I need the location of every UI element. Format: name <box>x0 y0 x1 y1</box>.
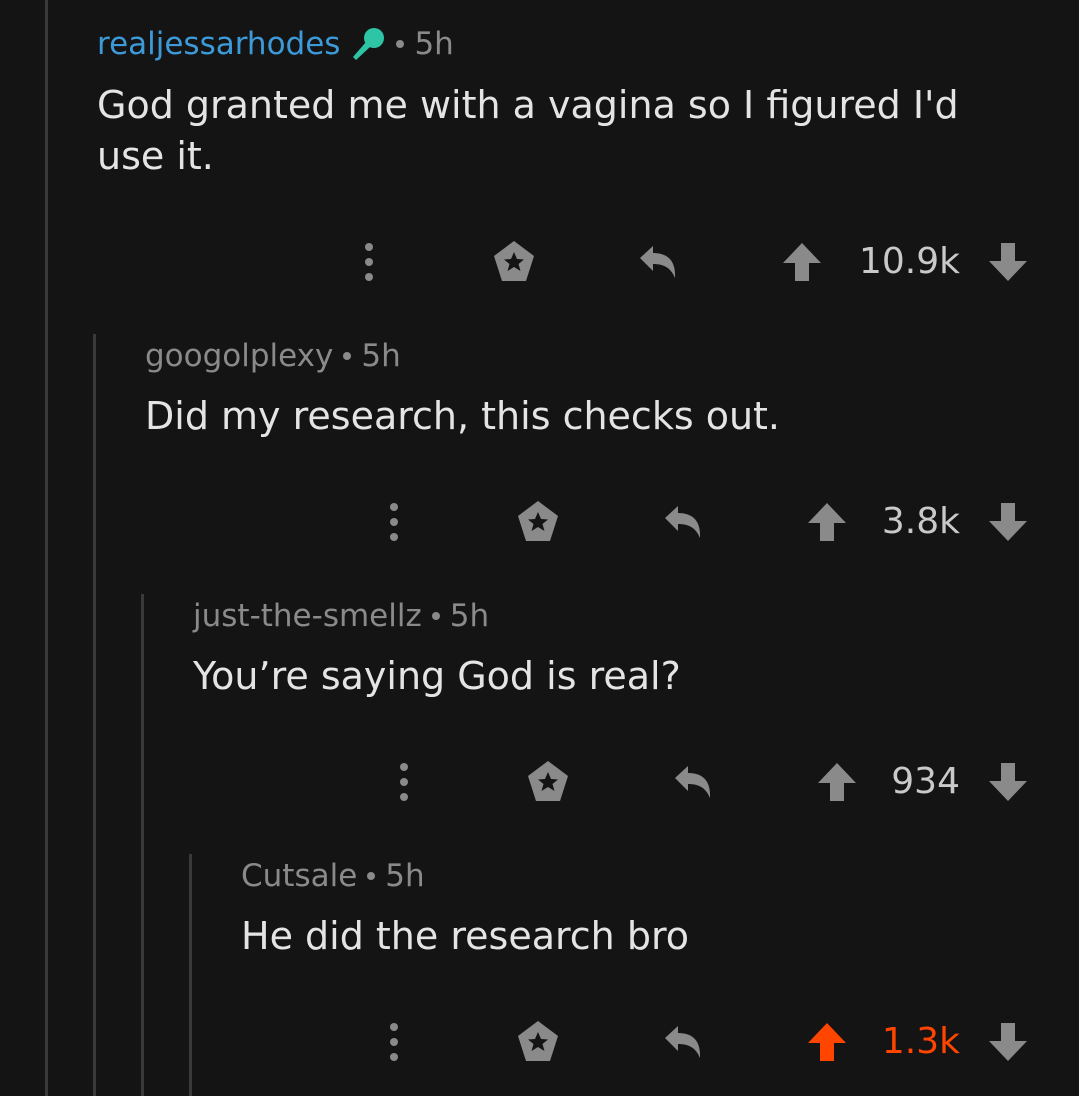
downvote-icon[interactable] <box>987 241 1029 283</box>
separator-dot <box>431 612 440 620</box>
more-options-icon[interactable] <box>388 1022 400 1062</box>
username[interactable]: Cutsale <box>241 858 357 894</box>
comment-actions: 1.3k <box>0 1012 1079 1072</box>
award-icon[interactable] <box>524 758 572 806</box>
comment-age: 5h <box>385 858 425 894</box>
comment-actions: 10.9k <box>0 232 1079 292</box>
score: 10.9k <box>858 241 960 282</box>
comment-header: just-the-smellz 5h <box>193 598 489 634</box>
award-icon[interactable] <box>514 498 562 546</box>
separator-dot <box>367 872 376 880</box>
comment-actions: 934 <box>0 752 1079 812</box>
reply-icon[interactable] <box>660 1018 708 1066</box>
comment-actions: 3.8k <box>0 492 1079 552</box>
comment-header: realjessarhodes 5h <box>97 26 454 62</box>
comment-age: 5h <box>361 338 401 374</box>
comment-header: googolplexy 5h <box>145 338 401 374</box>
reply-icon[interactable] <box>670 758 718 806</box>
username[interactable]: just-the-smellz <box>193 598 422 634</box>
score: 934 <box>891 761 960 802</box>
comment-age: 5h <box>449 598 490 634</box>
award-icon[interactable] <box>490 238 538 286</box>
score: 1.3k <box>881 1021 960 1062</box>
comment-body: God granted me with a vagina so I figure… <box>97 83 959 178</box>
more-options-icon[interactable] <box>363 242 375 282</box>
comment-header: Cutsale 5h <box>241 858 425 894</box>
comment-age: 5h <box>414 26 454 62</box>
downvote-icon[interactable] <box>987 501 1029 543</box>
separator-dot <box>396 40 405 48</box>
username[interactable]: realjessarhodes <box>97 26 340 62</box>
reply-icon[interactable] <box>660 498 708 546</box>
username[interactable]: googolplexy <box>145 338 333 374</box>
thread-line-level-2[interactable] <box>93 334 96 1096</box>
separator-dot <box>343 352 352 360</box>
more-options-icon[interactable] <box>398 762 410 802</box>
comment-body: You’re saying God is real? <box>193 654 681 698</box>
downvote-icon[interactable] <box>987 761 1029 803</box>
more-options-icon[interactable] <box>388 502 400 542</box>
downvote-icon[interactable] <box>987 1021 1029 1063</box>
comment-body: Did my research, this checks out. <box>145 394 781 438</box>
comment-body: He did the research bro <box>241 914 689 958</box>
score: 3.8k <box>881 501 960 542</box>
reply-icon[interactable] <box>635 238 683 286</box>
microphone-icon <box>353 28 385 60</box>
award-icon[interactable] <box>514 1018 562 1066</box>
